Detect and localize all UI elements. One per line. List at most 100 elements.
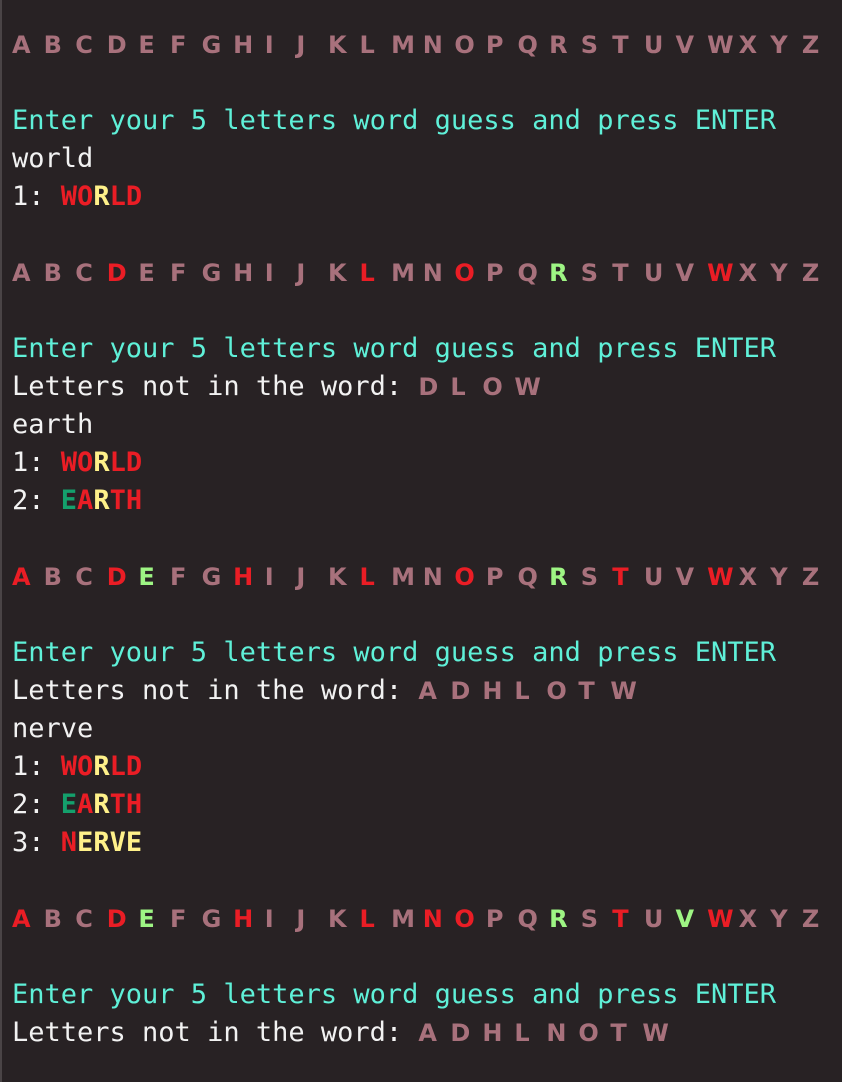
- alphabet-letter: E: [138, 563, 155, 591]
- guess-letter: R: [93, 751, 110, 782]
- alphabet-letter: F: [169, 563, 187, 591]
- alphabet-letter: L: [359, 259, 375, 287]
- alphabet-letter: Y: [770, 259, 788, 287]
- alphabet-letter: R: [549, 563, 568, 591]
- guess-letter: T: [109, 789, 126, 820]
- guess-history-row: 2: EARTH: [12, 482, 842, 520]
- guess-prompt: Enter your 5 letters word guess and pres…: [12, 333, 777, 364]
- alphabet-letter: T: [612, 31, 629, 59]
- alphabet-letter: V: [675, 31, 695, 59]
- alphabet-letter: I: [264, 259, 274, 287]
- alphabet-letter: N: [422, 563, 443, 591]
- alphabet-letter: T: [612, 563, 629, 591]
- excluded-letter: H: [482, 1019, 503, 1047]
- alphabet-letter: K: [327, 905, 347, 933]
- guess-letter: E: [60, 789, 78, 820]
- alphabet-letter: S: [580, 31, 598, 59]
- alphabet-letter: C: [75, 563, 93, 591]
- alphabet-letter: H: [233, 563, 254, 591]
- guess-letter: W: [60, 447, 78, 478]
- alphabet-letter: V: [675, 905, 695, 933]
- alphabet-letter: Q: [517, 31, 538, 59]
- alphabet-letter: Q: [517, 563, 538, 591]
- alphabet-letter: G: [201, 905, 222, 933]
- alphabet-letter: R: [549, 31, 568, 59]
- guess-letter: R: [93, 447, 110, 478]
- alphabet-letter: I: [264, 563, 274, 591]
- guess-letter: L: [109, 751, 126, 782]
- alphabet-letter: Q: [517, 259, 538, 287]
- excluded-letter: D: [450, 1019, 471, 1047]
- alphabet-letter: J: [296, 31, 306, 59]
- not-in-letters: ADHLOTW: [418, 677, 642, 705]
- guess-letter: R: [93, 181, 110, 212]
- excluded-letter: H: [482, 677, 503, 705]
- alphabet-letter: C: [75, 905, 93, 933]
- not-in-letters: DLOW: [418, 373, 546, 401]
- guess-prompt: Enter your 5 letters word guess and pres…: [12, 105, 777, 136]
- guess-word: EARTH: [61, 789, 142, 820]
- guess-letter: W: [60, 181, 78, 212]
- alphabet-letter: N: [422, 259, 443, 287]
- letters-not-in-word: Letters not in the word: ADHLNOTW: [12, 1014, 842, 1052]
- guess-letter: E: [125, 827, 143, 858]
- alphabet-letter: F: [169, 259, 187, 287]
- alphabet-letter: N: [422, 905, 443, 933]
- alphabet-letter: X: [738, 259, 758, 287]
- alphabet-letter: E: [138, 905, 155, 933]
- guess-history-row: 1: WORLD: [12, 178, 842, 216]
- alphabet-letter: T: [612, 259, 629, 287]
- alphabet-letter: C: [75, 259, 93, 287]
- alphabet-letter: U: [643, 905, 664, 933]
- excluded-letter: D: [418, 373, 439, 401]
- excluded-letter: W: [514, 373, 541, 401]
- alphabet-letter: K: [327, 259, 347, 287]
- guess-letter: R: [93, 485, 110, 516]
- excluded-letter: O: [482, 373, 503, 401]
- alphabet-letter: D: [106, 905, 127, 933]
- alphabet-letter: A: [12, 259, 31, 287]
- alphabet-letter: O: [454, 31, 475, 59]
- alphabet-letter: L: [359, 563, 375, 591]
- guess-letter: O: [77, 447, 94, 478]
- alphabet-letter: H: [233, 31, 254, 59]
- alphabet-letter: S: [580, 259, 598, 287]
- alphabet-letter: R: [549, 259, 568, 287]
- alphabet-letter: I: [264, 905, 274, 933]
- guess-letter: T: [109, 485, 126, 516]
- alphabet-letter: W: [707, 31, 734, 59]
- alphabet-letter: A: [12, 31, 31, 59]
- guess-number: 2:: [12, 485, 61, 516]
- alphabet-letter: B: [43, 905, 62, 933]
- alphabet-letter: F: [169, 31, 187, 59]
- excluded-letter: D: [450, 677, 471, 705]
- alphabet-letter: Z: [801, 31, 820, 59]
- guess-letter: H: [125, 789, 143, 820]
- typed-guess: earth: [12, 409, 94, 440]
- alphabet-letter: O: [454, 259, 475, 287]
- alphabet-letter: J: [296, 259, 306, 287]
- alphabet-letter: Y: [770, 563, 788, 591]
- alphabet-letter: M: [391, 905, 416, 933]
- guess-history-row: 3: NERVE: [12, 824, 842, 862]
- guess-letter: H: [125, 485, 143, 516]
- alphabet-letter: K: [327, 31, 347, 59]
- alphabet-letter: X: [738, 905, 758, 933]
- excluded-letter: L: [514, 1019, 530, 1047]
- alphabet-letter: D: [106, 259, 127, 287]
- alphabet-letter: Z: [801, 905, 820, 933]
- guess-letter: A: [77, 485, 94, 516]
- alphabet-status-row: ABCDEFGHIJKLMNOPQRSTUVWXYZ: [12, 900, 842, 938]
- alphabet-letter: B: [43, 259, 62, 287]
- guess-number: 2:: [12, 789, 61, 820]
- alphabet-letter: R: [549, 905, 568, 933]
- alphabet-letter: M: [391, 31, 416, 59]
- guess-number: 1:: [12, 447, 61, 478]
- alphabet-letter: O: [454, 905, 475, 933]
- alphabet-letter: G: [201, 259, 222, 287]
- alphabet-letter: B: [43, 563, 62, 591]
